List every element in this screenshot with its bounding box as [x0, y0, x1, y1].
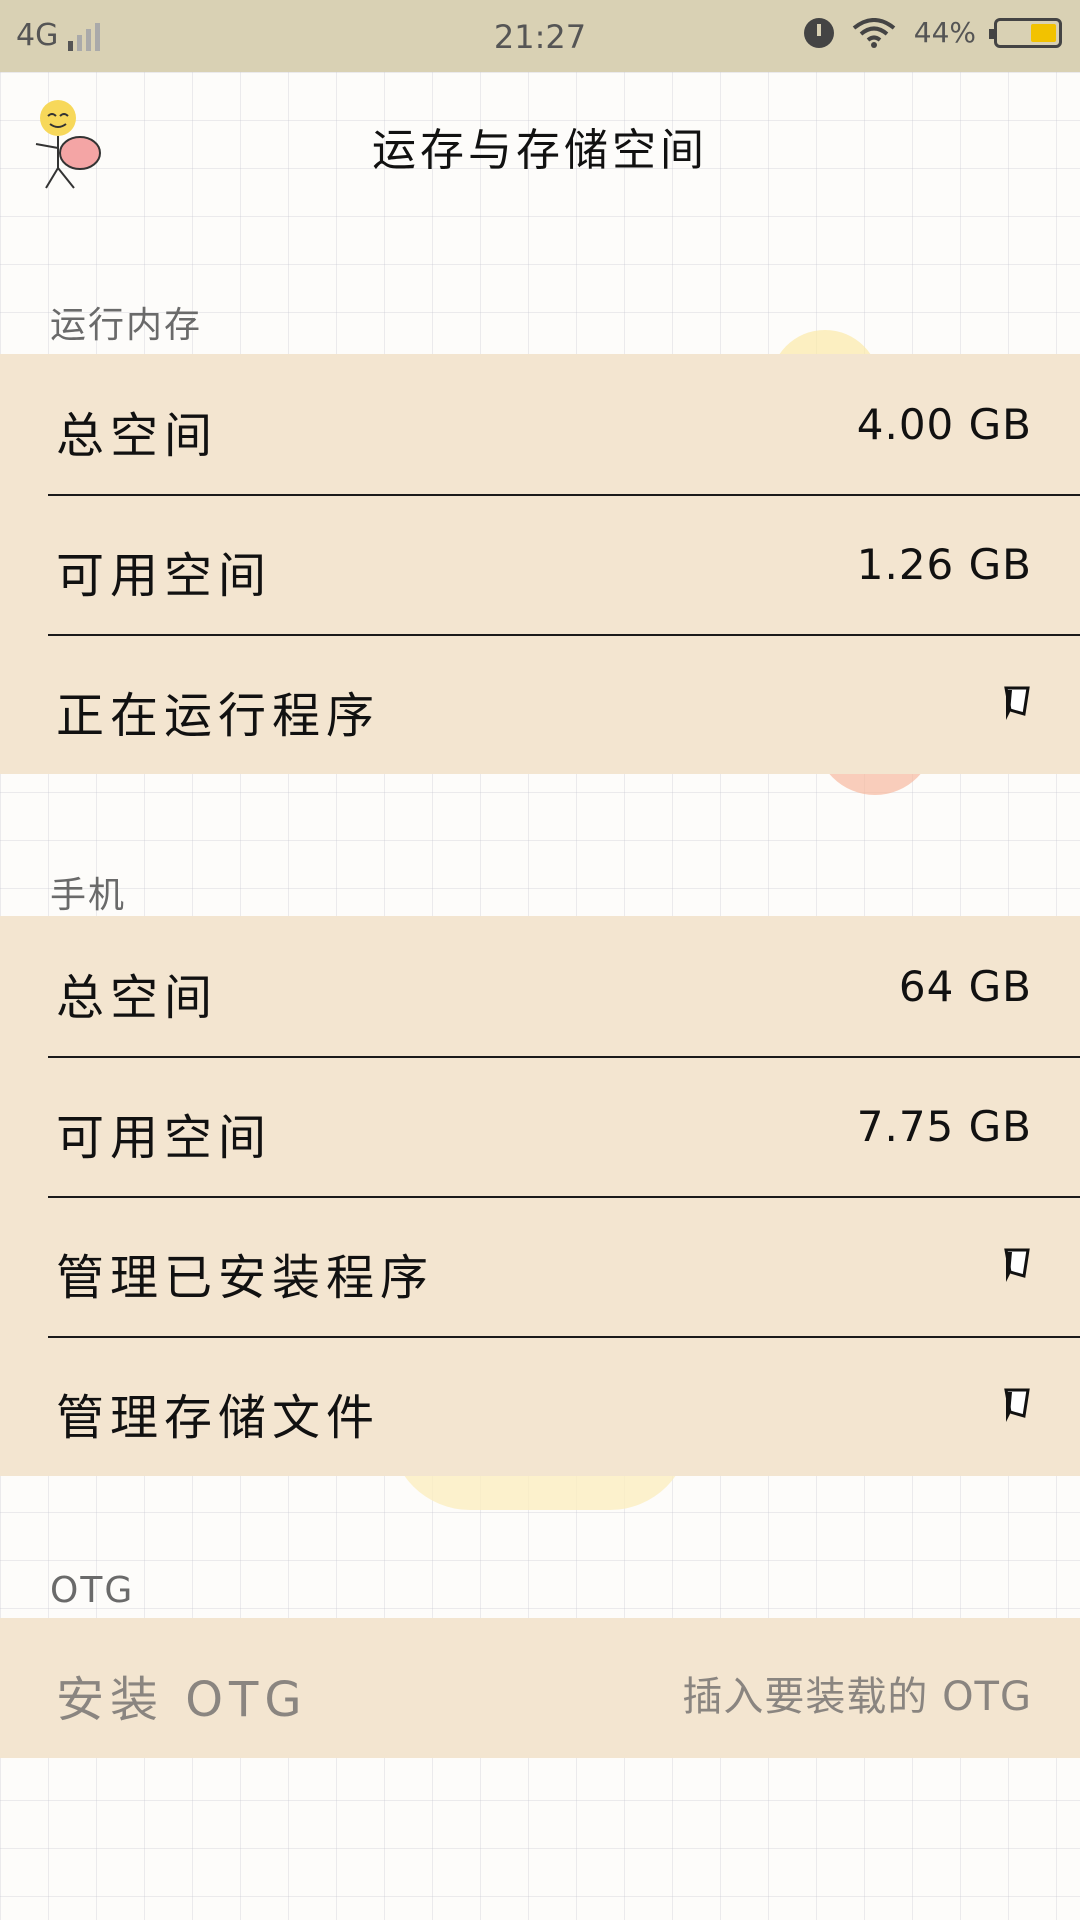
section-header-phone: 手机: [50, 875, 127, 916]
row-label: 安装 OTG: [56, 1672, 308, 1728]
manage-installed-apps-row[interactable]: 管理已安装程序: [0, 1196, 1080, 1336]
running-apps-row[interactable]: 正在运行程序: [0, 634, 1080, 774]
mount-otg-row[interactable]: 安装 OTG 插入要装载的 OTG: [0, 1618, 1080, 1758]
ram-available-row: 可用空间 1.26 GB: [0, 494, 1080, 634]
row-value: 4.00 GB: [856, 400, 1032, 449]
section-header-otg: OTG: [50, 1570, 135, 1611]
section-header-ram: 运行内存: [50, 305, 203, 346]
row-label: 总空间: [56, 970, 219, 1026]
battery-percent: 44%: [913, 16, 976, 49]
flag-chevron-icon: [1004, 686, 1030, 720]
otg-group: 安装 OTG 插入要装载的 OTG: [0, 1618, 1080, 1758]
phone-total-row: 总空间 64 GB: [0, 916, 1080, 1056]
page-title: 运存与存储空间: [372, 125, 708, 176]
row-label: 管理存储文件: [56, 1390, 381, 1446]
manage-storage-files-row[interactable]: 管理存储文件: [0, 1336, 1080, 1476]
status-right: 44%: [803, 16, 1062, 49]
row-label: 管理已安装程序: [56, 1250, 435, 1306]
ram-group: 总空间 4.00 GB 可用空间 1.26 GB 正在运行程序: [0, 354, 1080, 774]
flag-chevron-icon: [1004, 1248, 1030, 1282]
row-value: 64 GB: [898, 962, 1032, 1011]
row-value: 1.26 GB: [856, 540, 1032, 589]
phone-group: 总空间 64 GB 可用空间 7.75 GB 管理已安装程序 管理存储文件: [0, 916, 1080, 1476]
phone-available-row: 可用空间 7.75 GB: [0, 1056, 1080, 1196]
row-label: 正在运行程序: [56, 688, 381, 744]
row-value: 插入要装载的 OTG: [682, 1674, 1032, 1720]
row-label: 可用空间: [56, 1110, 273, 1166]
row-label: 可用空间: [56, 548, 273, 604]
row-label: 总空间: [56, 408, 219, 464]
ram-total-row: 总空间 4.00 GB: [0, 354, 1080, 494]
row-value: 7.75 GB: [856, 1102, 1032, 1151]
status-bar: 4G 21:27 44%: [0, 0, 1080, 72]
alarm-icon: [803, 17, 834, 48]
wifi-icon: [852, 17, 896, 48]
title-bar: 运存与存储空间: [0, 72, 1080, 212]
flag-chevron-icon: [1004, 1388, 1030, 1422]
battery-icon: [989, 17, 1062, 48]
